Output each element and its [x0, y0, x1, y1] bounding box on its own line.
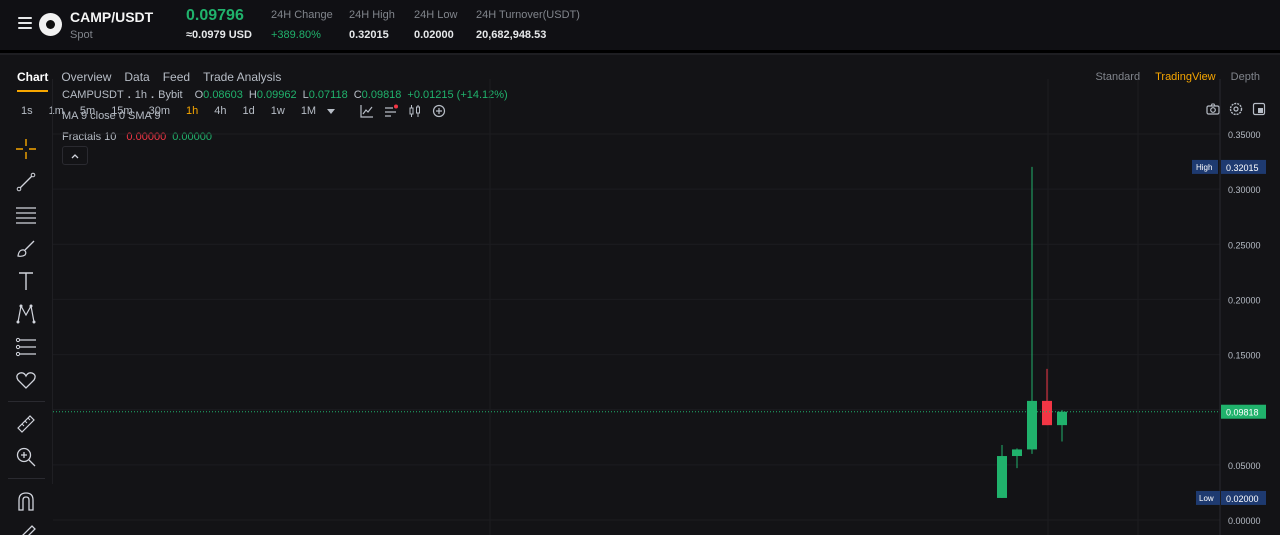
- trend-line-icon[interactable]: [15, 171, 37, 193]
- candle-body: [1027, 400, 1037, 450]
- measure-lines-icon[interactable]: [15, 336, 37, 358]
- stat-24h-turnover: 24H Turnover(USDT) 20,682,948.53: [476, 9, 580, 41]
- stat-label: 24H Change: [271, 9, 333, 21]
- stat-value: 20,682,948.53: [476, 29, 547, 41]
- y-tick-label: 0.30000: [1228, 185, 1261, 195]
- stat-label: 24H Turnover(USDT): [476, 9, 580, 21]
- high-label: High: [1196, 163, 1212, 172]
- horizontal-lines-icon[interactable]: [15, 204, 37, 226]
- stat-24h-high: 24H High 0.32015: [349, 9, 395, 41]
- last-price: 0.09796: [186, 7, 244, 24]
- candle-body: [1042, 400, 1052, 426]
- market-type: Spot: [70, 29, 93, 41]
- low-value: 0.02000: [1226, 494, 1259, 504]
- pencil-icon[interactable]: [15, 521, 37, 535]
- menu-icon[interactable]: [18, 17, 32, 29]
- stat-value: 0.32015: [349, 29, 389, 41]
- stat-label: 24H Low: [414, 9, 458, 21]
- crosshair-icon[interactable]: [15, 138, 37, 160]
- y-tick-label: 0.20000: [1228, 295, 1261, 305]
- stat-value: 0.02000: [414, 29, 454, 41]
- y-tick-label: 0.35000: [1228, 130, 1261, 140]
- candle-body: [1057, 411, 1067, 426]
- magnet-icon[interactable]: [15, 490, 37, 512]
- y-tick-label: 0.25000: [1228, 240, 1261, 250]
- drawing-toolbar: [0, 79, 53, 484]
- y-tick-label: 0.05000: [1228, 461, 1261, 471]
- toolbar-divider: [8, 401, 45, 402]
- ticker-header: CAMP/USDT Spot 0.09796 ≈0.0979 USD 24H C…: [0, 0, 1280, 50]
- stat-24h-change: 24H Change +389.80%: [271, 9, 333, 41]
- stat-24h-low: 24H Low 0.02000: [414, 9, 457, 41]
- text-icon[interactable]: [15, 270, 37, 292]
- heart-icon[interactable]: [15, 369, 37, 391]
- toolbar-divider: [8, 478, 45, 479]
- candle-body: [1012, 449, 1022, 457]
- pattern-icon[interactable]: [15, 303, 37, 325]
- pair-name[interactable]: CAMP/USDT: [70, 9, 153, 25]
- low-label: Low: [1199, 494, 1214, 503]
- last-price-label: 0.09818: [1226, 408, 1259, 418]
- brush-icon[interactable]: [15, 237, 37, 259]
- high-value: 0.32015: [1226, 163, 1259, 173]
- camp-logo-icon: [39, 13, 62, 36]
- y-tick-label: 0.15000: [1228, 351, 1261, 361]
- price-chart[interactable]: 0.350000.300000.250000.200000.150000.100…: [53, 79, 1280, 535]
- ruler-icon[interactable]: [15, 413, 37, 435]
- y-tick-label: 0.00000: [1228, 516, 1261, 526]
- candle-body: [997, 456, 1007, 498]
- stat-label: 24H High: [349, 9, 395, 21]
- zoom-in-icon[interactable]: [15, 446, 37, 468]
- stat-value: +389.80%: [271, 29, 321, 41]
- price-usd: ≈0.0979 USD: [186, 29, 252, 41]
